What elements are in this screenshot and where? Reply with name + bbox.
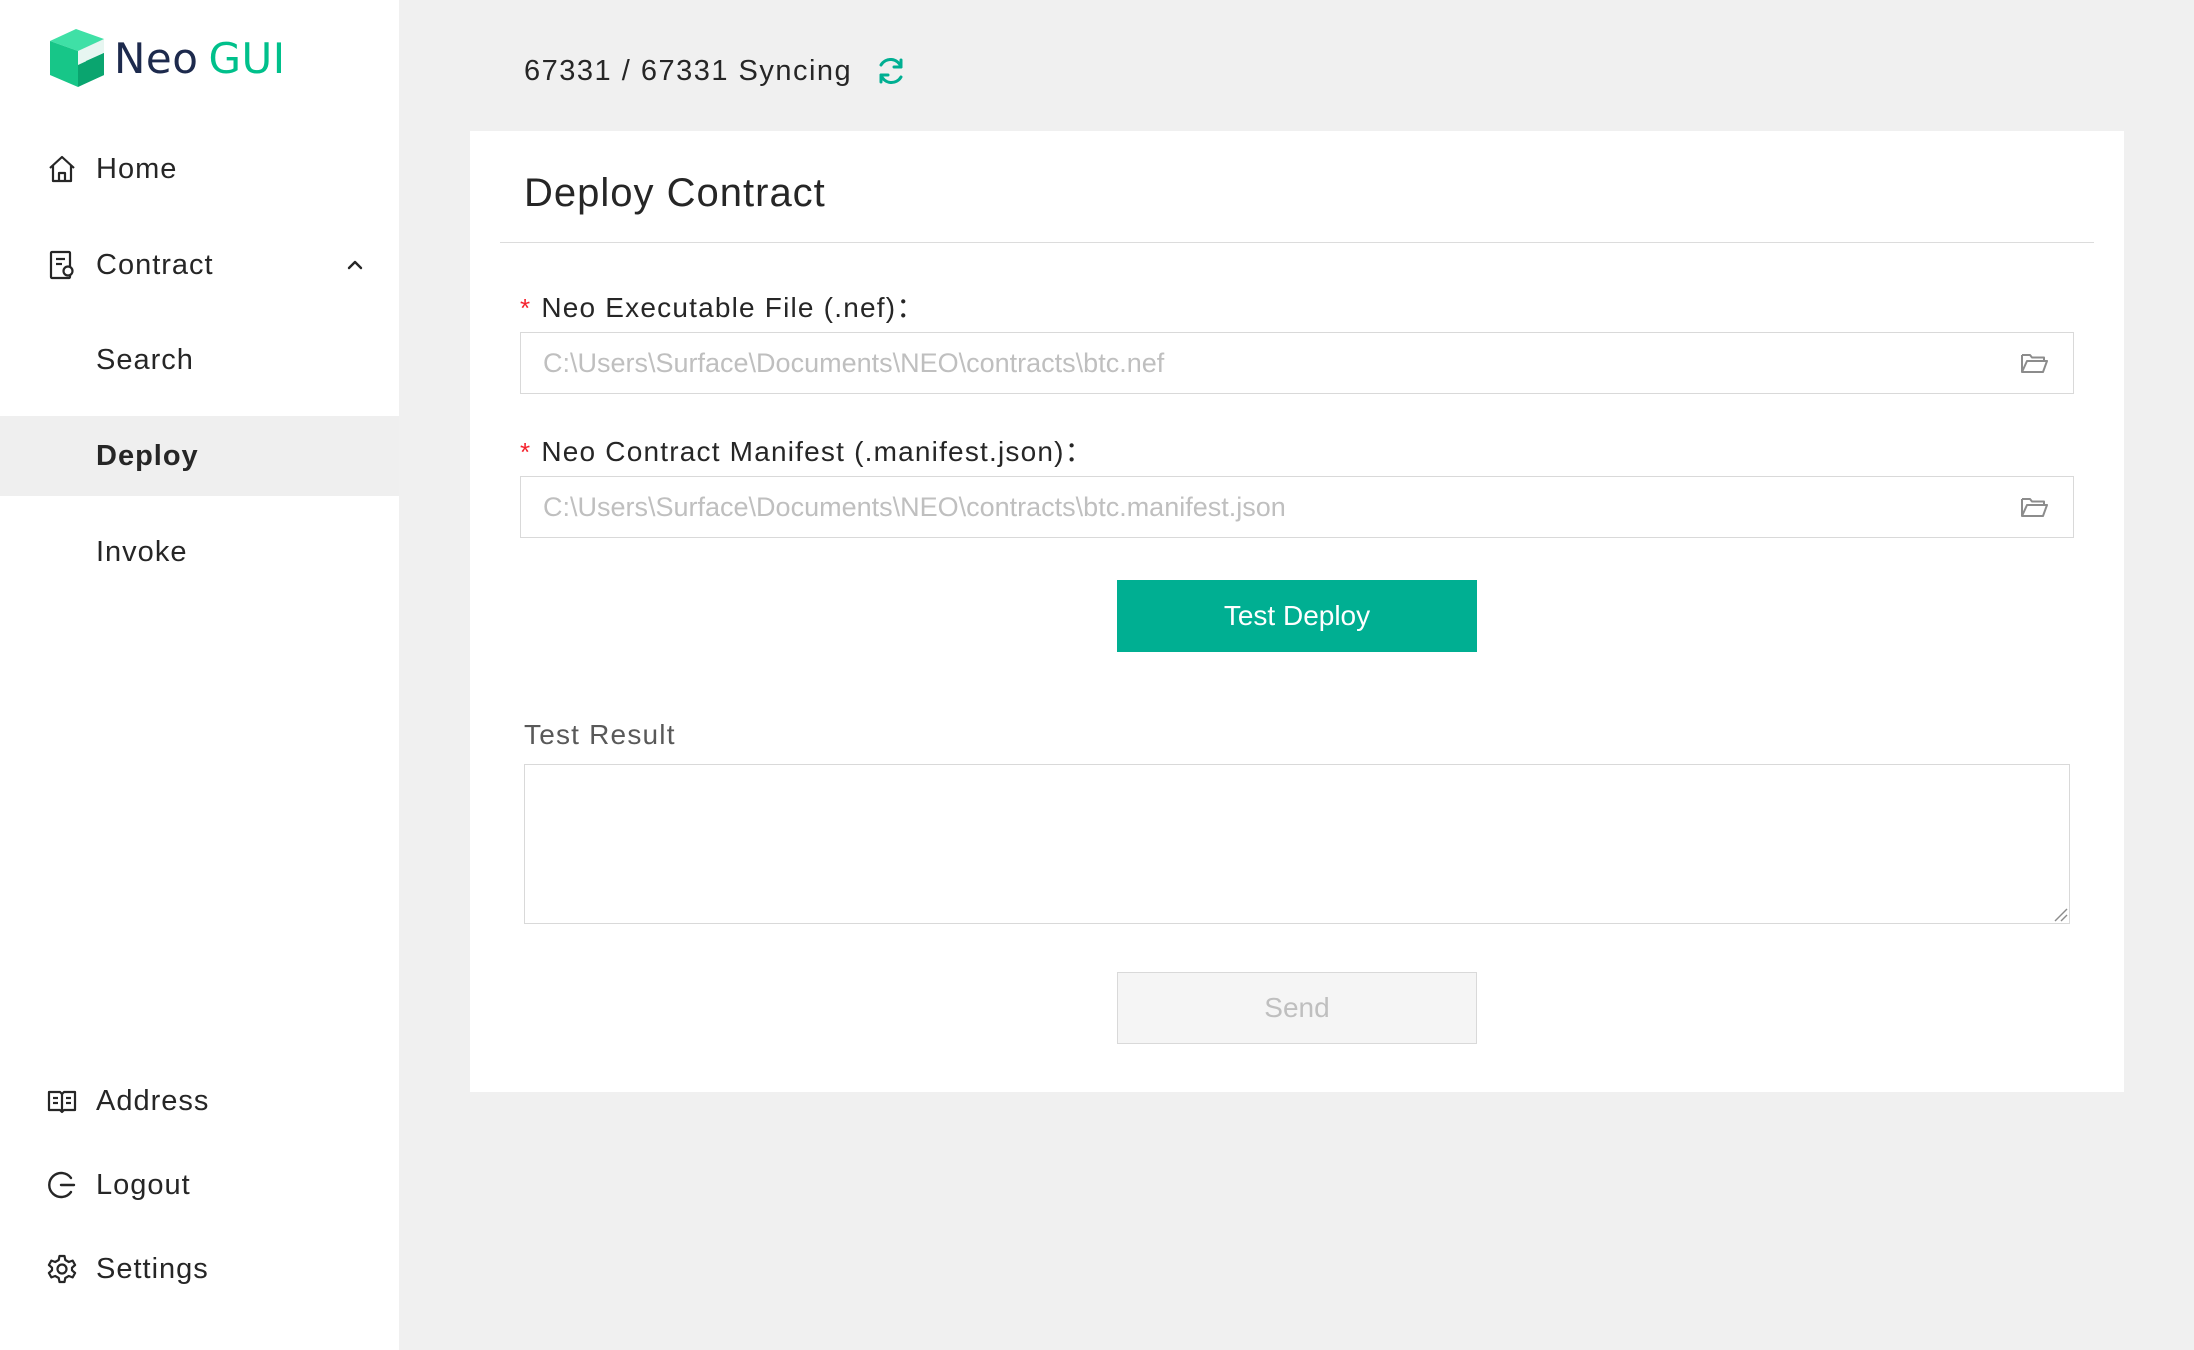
sidebar-item-label: Address [96, 1084, 210, 1117]
gear-icon [47, 1254, 77, 1284]
sidebar-item-label: Contract [96, 248, 214, 281]
manifest-file-input[interactable] [521, 477, 2001, 537]
sidebar-item-home[interactable]: Home [0, 129, 399, 209]
sidebar-item-label: Search [96, 343, 194, 376]
sidebar-item-label: Logout [96, 1168, 191, 1201]
sync-icon[interactable] [874, 54, 908, 88]
sidebar-item-deploy[interactable]: Deploy [0, 416, 399, 496]
nef-field-label: * Neo Executable File (.nef)： [520, 286, 925, 326]
logo-gui-text: GUI [208, 33, 286, 83]
sidebar-item-address[interactable]: Address [0, 1061, 399, 1141]
send-button[interactable]: Send [1117, 972, 1477, 1044]
folder-open-icon[interactable] [2019, 492, 2049, 522]
sidebar-item-label: Home [96, 152, 178, 185]
sidebar-item-label: Deploy [96, 439, 199, 472]
sidebar-item-search[interactable]: Search [0, 320, 399, 400]
contract-icon [49, 250, 74, 280]
page-title: Deploy Contract [524, 171, 826, 215]
sidebar: Neo GUI Home Contract Search Deploy Invok… [0, 0, 399, 1350]
chevron-up-icon[interactable] [344, 254, 366, 276]
test-result-label: Test Result [524, 719, 676, 750]
required-mark: * [520, 437, 532, 467]
logo-text: Neo GUI [114, 34, 286, 83]
resize-grip-icon[interactable] [2052, 906, 2068, 922]
required-mark: * [520, 293, 532, 323]
manifest-label-text: Neo Contract Manifest (.manifest.json)： [541, 436, 1094, 467]
deploy-contract-card: Deploy Contract * Neo Executable File (.n… [470, 131, 2124, 1092]
neo-cube-icon [50, 29, 104, 87]
sidebar-item-contract[interactable]: Contract [0, 225, 399, 305]
sidebar-item-invoke[interactable]: Invoke [0, 512, 399, 592]
test-result-textarea[interactable] [524, 764, 2070, 924]
nef-file-input[interactable] [521, 333, 2001, 393]
nef-file-field[interactable] [520, 332, 2074, 394]
logout-icon [48, 1171, 76, 1199]
nef-label-text: Neo Executable File (.nef)： [541, 292, 926, 323]
sync-status: 67331 / 67331 Syncing [524, 54, 908, 88]
title-divider [500, 242, 2094, 243]
home-icon [49, 155, 75, 183]
sidebar-item-label: Invoke [96, 535, 188, 568]
neo-gui-logo[interactable]: Neo GUI [48, 27, 286, 89]
folder-open-icon[interactable] [2019, 348, 2049, 378]
sync-status-text: 67331 / 67331 Syncing [524, 54, 853, 87]
sidebar-item-settings[interactable]: Settings [0, 1229, 399, 1309]
sidebar-item-logout[interactable]: Logout [0, 1145, 399, 1225]
logo-neo-text: Neo [114, 33, 199, 83]
test-deploy-button[interactable]: Test Deploy [1117, 580, 1477, 652]
manifest-file-field[interactable] [520, 476, 2074, 538]
sidebar-item-label: Settings [96, 1252, 209, 1285]
address-book-icon [47, 1090, 77, 1114]
manifest-field-label: * Neo Contract Manifest (.manifest.json)： [520, 430, 1094, 470]
